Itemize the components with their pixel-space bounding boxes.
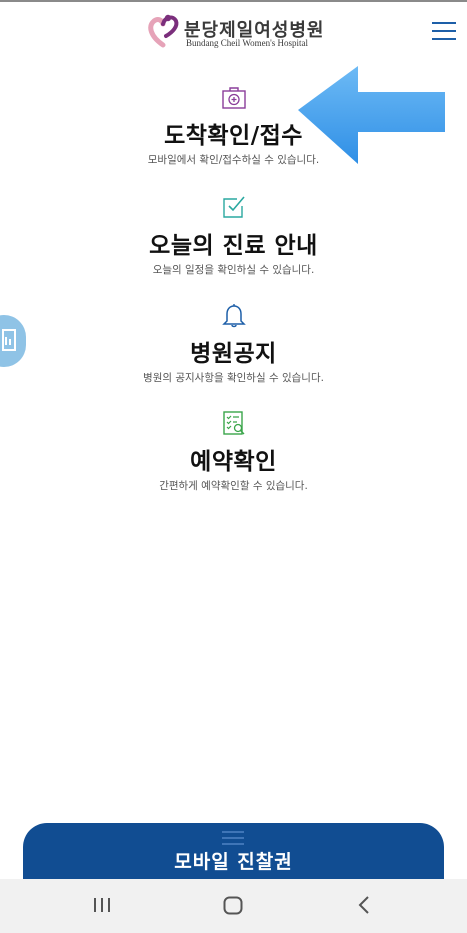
logo-mark-icon xyxy=(148,14,179,48)
header: 분당제일여성병원 Bundang Cheil Women's Hospital xyxy=(0,2,467,60)
menu-item-title: 병원공지 xyxy=(190,341,277,367)
menu-item-description: 병원의 공지사항을 확인하실 수 있습니다. xyxy=(143,372,324,384)
menu-item-title: 오늘의 진료 안내 xyxy=(149,233,318,259)
menu-item-reservation-check[interactable]: 예약확인 간편하게 예약확인할 수 있습니다. xyxy=(0,410,467,493)
mobile-patient-card-label: 모바일 진찰권 xyxy=(174,851,293,873)
highlight-arrow-icon xyxy=(298,66,445,164)
medical-kit-icon xyxy=(221,87,246,109)
document-icon xyxy=(2,329,16,351)
menu-item-description: 오늘의 일정을 확인하실 수 있습니다. xyxy=(152,264,315,276)
menu-item-today-guide[interactable]: 오늘의 진료 안내 오늘의 일정을 확인하실 수 있습니다. xyxy=(0,194,467,277)
recent-apps-icon[interactable] xyxy=(92,894,112,916)
home-icon[interactable] xyxy=(222,894,244,916)
menu-item-description: 간편하게 예약확인할 수 있습니다. xyxy=(159,480,308,492)
menu-item-title: 예약확인 xyxy=(190,449,277,475)
back-icon[interactable] xyxy=(354,894,374,916)
checklist-icon xyxy=(222,411,244,435)
system-navigation-bar xyxy=(0,879,467,933)
hospital-logo[interactable]: 분당제일여성병원 Bundang Cheil Women's Hospital xyxy=(146,12,326,52)
checkbox-icon xyxy=(222,196,245,218)
logo-english-text: Bundang Cheil Women's Hospital xyxy=(186,38,308,48)
hamburger-menu-button[interactable] xyxy=(432,22,456,42)
menu-item-hospital-notice[interactable]: 병원공지 병원의 공지사항을 확인하실 수 있습니다. xyxy=(0,302,467,385)
bell-icon xyxy=(221,304,246,328)
